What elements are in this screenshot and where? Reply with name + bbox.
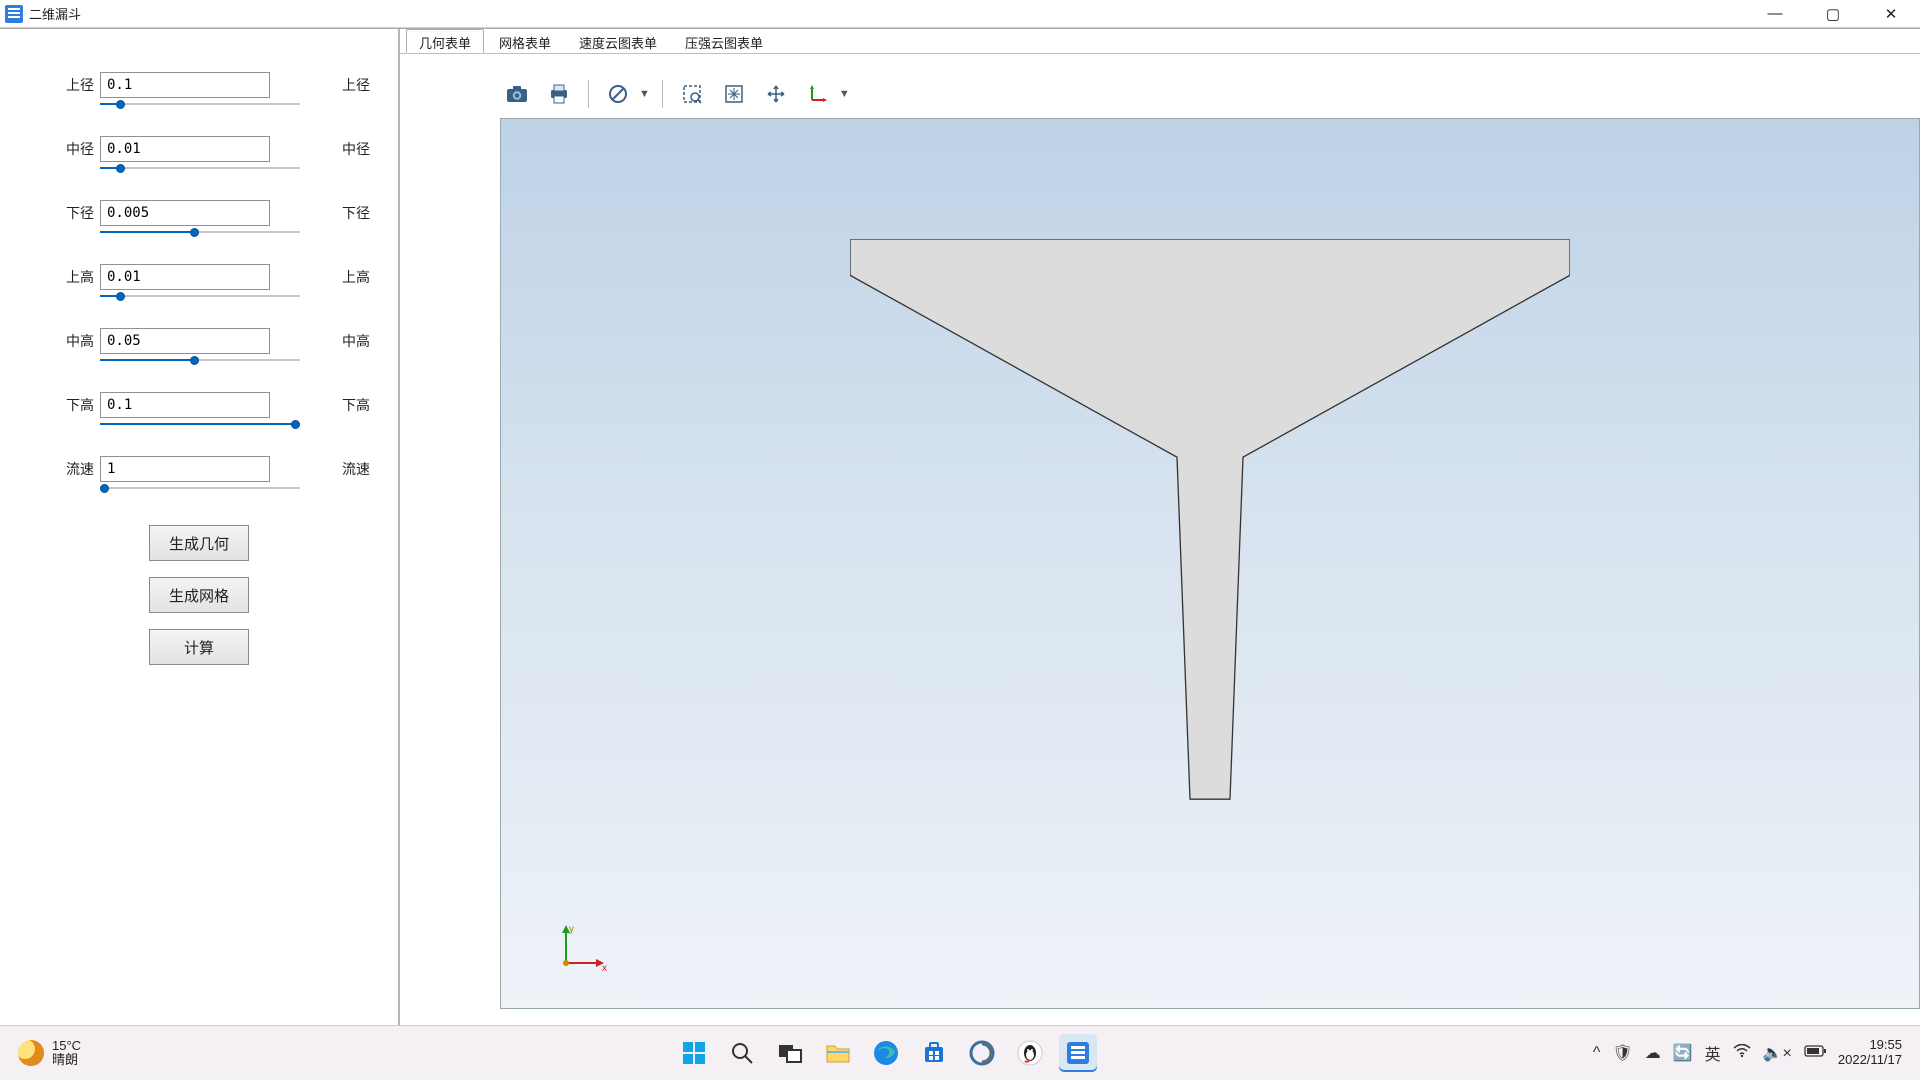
weather-temperature: 15°C [52, 1039, 81, 1053]
slider-top-radius[interactable] [100, 99, 300, 109]
compute-button[interactable]: 计算 [149, 629, 249, 665]
app-icon [5, 5, 23, 23]
clock-time: 19:55 [1838, 1038, 1902, 1053]
tab-mesh[interactable]: 网格表单 [486, 29, 564, 53]
clear-dropdown-icon[interactable]: ▼ [639, 88, 650, 100]
label-mid-height-right: 中高 [342, 331, 370, 351]
file-explorer-button[interactable] [819, 1034, 857, 1072]
axis-y-label: y [569, 924, 574, 935]
axis-indicator: y x [556, 923, 610, 973]
camera-icon[interactable] [500, 77, 534, 111]
fit-icon[interactable] [717, 77, 751, 111]
label-bot-radius-right: 下径 [342, 203, 370, 223]
label-top-radius-left: 上径 [66, 75, 100, 95]
ime-indicator[interactable]: 英 [1705, 1041, 1721, 1065]
slider-mid-radius[interactable] [100, 163, 300, 173]
tray-security-icon[interactable]: 🛡 [1612, 1043, 1632, 1063]
clock-date: 2022/11/17 [1838, 1053, 1902, 1068]
windows-taskbar: 15°C 晴朗 ^ 🛡 [0, 1025, 1920, 1080]
label-bot-radius-left: 下径 [66, 203, 100, 223]
weather-icon [18, 1040, 44, 1066]
volume-icon[interactable]: 🔈× [1763, 1043, 1792, 1063]
task-view-button[interactable] [771, 1034, 809, 1072]
start-button[interactable] [675, 1034, 713, 1072]
label-flow-speed-right: 流速 [342, 459, 370, 479]
label-top-radius-right: 上径 [342, 75, 370, 95]
search-button[interactable] [723, 1034, 761, 1072]
label-mid-radius-right: 中径 [342, 139, 370, 159]
input-top-radius[interactable] [100, 72, 270, 98]
label-top-height-right: 上高 [342, 267, 370, 287]
print-icon[interactable] [542, 77, 576, 111]
label-flow-speed-left: 流速 [66, 459, 100, 479]
input-mid-height[interactable] [100, 328, 270, 354]
maximize-button[interactable]: ▢ [1804, 0, 1862, 28]
label-bot-height-right: 下高 [342, 395, 370, 415]
window-titlebar: 二维漏斗 — ▢ ✕ [0, 0, 1920, 28]
edge-browser-button[interactable] [867, 1034, 905, 1072]
input-top-height[interactable] [100, 264, 270, 290]
battery-icon[interactable] [1804, 1044, 1826, 1062]
tray-onedrive-icon[interactable]: ☁ [1645, 1043, 1661, 1063]
axis-dropdown-icon[interactable]: ▼ [839, 88, 850, 100]
system-clock[interactable]: 19:55 2022/11/17 [1838, 1038, 1902, 1068]
slider-bot-radius[interactable] [100, 227, 300, 237]
slider-bot-height[interactable] [100, 419, 300, 429]
input-bot-height[interactable] [100, 392, 270, 418]
close-button[interactable]: ✕ [1862, 0, 1920, 28]
form-tab-bar: 几何表单 网格表单 速度云图表单 压强云图表单 [400, 29, 1920, 54]
wifi-icon[interactable] [1733, 1044, 1751, 1063]
slider-top-height[interactable] [100, 291, 300, 301]
clear-icon[interactable] [601, 77, 635, 111]
generate-mesh-button[interactable]: 生成网格 [149, 577, 249, 613]
input-mid-radius[interactable] [100, 136, 270, 162]
box-select-icon[interactable] [675, 77, 709, 111]
current-app-button[interactable] [1059, 1034, 1097, 1072]
app-icon-penguin[interactable] [1011, 1034, 1049, 1072]
input-flow-speed[interactable] [100, 456, 270, 482]
tray-sync-icon[interactable]: 🔄 [1673, 1043, 1693, 1063]
app-icon-swirl[interactable] [963, 1034, 1001, 1072]
microsoft-store-button[interactable] [915, 1034, 953, 1072]
minimize-button[interactable]: — [1746, 0, 1804, 28]
tray-overflow-icon[interactable]: ^ [1593, 1044, 1601, 1062]
tab-geometry[interactable]: 几何表单 [406, 29, 484, 53]
input-bot-radius[interactable] [100, 200, 270, 226]
label-top-height-left: 上高 [66, 267, 100, 287]
viewport-toolbar: ▼ ▼ [500, 74, 1920, 114]
weather-description: 晴朗 [52, 1053, 81, 1067]
window-title: 二维漏斗 [29, 4, 81, 23]
weather-widget[interactable]: 15°C 晴朗 [0, 1039, 180, 1068]
tab-pressure[interactable]: 压强云图表单 [672, 29, 776, 53]
label-bot-height-left: 下高 [66, 395, 100, 415]
slider-mid-height[interactable] [100, 355, 300, 365]
generate-geometry-button[interactable]: 生成几何 [149, 525, 249, 561]
label-mid-height-left: 中高 [66, 331, 100, 351]
tab-velocity[interactable]: 速度云图表单 [566, 29, 670, 53]
funnel-geometry [850, 239, 1570, 819]
axis-x-label: x [602, 963, 607, 973]
axis-menu-icon[interactable] [801, 77, 835, 111]
geometry-viewport[interactable]: y x [500, 118, 1920, 1009]
parameters-panel: 上径 上径 中径 中径 下径 下径 上高 上高 [0, 29, 400, 1025]
slider-flow-speed[interactable] [100, 483, 300, 493]
reset-view-icon[interactable] [759, 77, 793, 111]
label-mid-radius-left: 中径 [66, 139, 100, 159]
